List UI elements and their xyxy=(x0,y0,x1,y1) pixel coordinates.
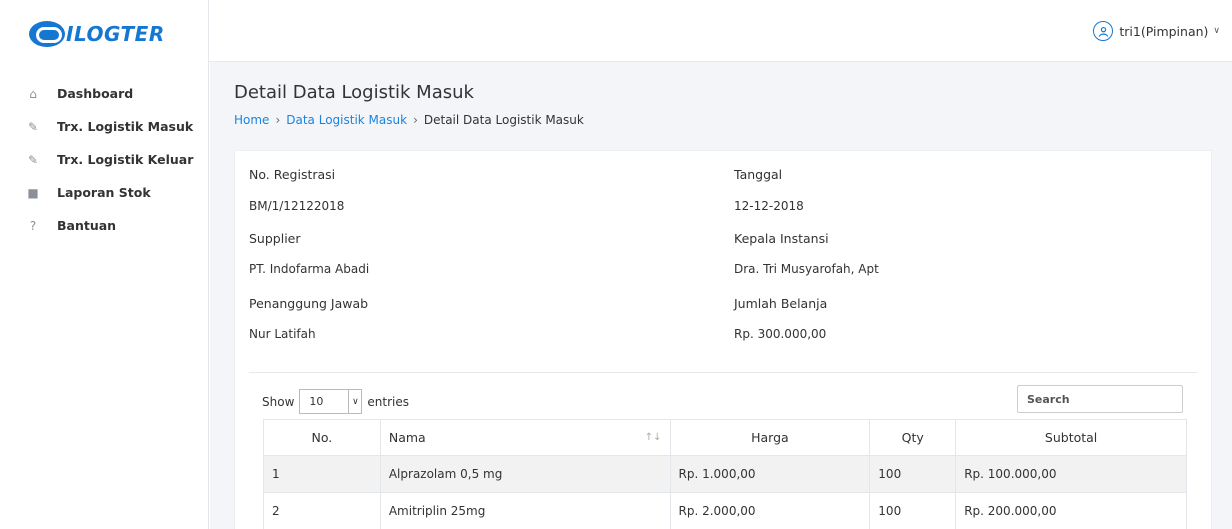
breadcrumb-home[interactable]: Home xyxy=(234,113,269,127)
table-row: 2 Amitriplin 25mg Rp. 2.000,00 100 Rp. 2… xyxy=(263,492,1187,529)
sidebar-item-label: Trx. Logistik Masuk xyxy=(57,119,194,134)
user-name: tri1(Pimpinan) xyxy=(1119,23,1209,39)
cell-qty: 100 xyxy=(869,492,957,529)
table-row: 1 Alprazolam 0,5 mg Rp. 1.000,00 100 Rp.… xyxy=(263,455,1187,493)
sidebar-item-bantuan[interactable]: ? Bantuan xyxy=(0,209,208,242)
breadcrumb-separator-icon: › xyxy=(275,113,281,127)
logo-emblem-icon xyxy=(29,20,65,47)
supplier-label: Supplier xyxy=(249,231,301,246)
tanggal-label: Tanggal xyxy=(734,167,783,182)
entries-length-control: Show 10 ∨ entries xyxy=(262,389,409,414)
column-header-no[interactable]: No. xyxy=(263,419,381,456)
supplier-value: PT. Indofarma Abadi xyxy=(249,262,370,276)
show-label: Show xyxy=(262,394,295,409)
column-header-harga[interactable]: Harga xyxy=(669,419,871,456)
top-navbar: tri1(Pimpinan) ∨ xyxy=(209,0,1232,62)
sidebar-item-trx-logistik-keluar[interactable]: ✎ Trx. Logistik Keluar xyxy=(0,143,208,176)
kepala-instansi-value: Dra. Tri Musyarofah, Apt xyxy=(734,262,879,276)
cell-nama: Amitriplin 25mg xyxy=(379,492,671,529)
sidebar-item-label: Laporan Stok xyxy=(57,185,151,200)
home-icon: ⌂ xyxy=(29,86,37,101)
divider xyxy=(249,372,1197,373)
no-registrasi-value: BM/1/12122018 xyxy=(249,199,345,213)
tanggal-value: 12-12-2018 xyxy=(734,199,804,213)
logistik-table: No. Nama ↑↓ Harga Qty Subtotal 1 Alprazo… xyxy=(263,419,1187,529)
no-registrasi-label: No. Registrasi xyxy=(249,167,336,182)
search-input[interactable] xyxy=(1017,385,1183,413)
sidebar: ILOGTER ⌂ Dashboard ✎ Trx. Logistik Masu… xyxy=(0,0,209,529)
question-icon: ? xyxy=(29,218,37,233)
page-title: Detail Data Logistik Masuk xyxy=(234,82,474,103)
column-header-nama[interactable]: Nama ↑↓ xyxy=(379,419,671,456)
column-header-subtotal[interactable]: Subtotal xyxy=(955,419,1187,456)
logo-text: ILOGTER xyxy=(66,21,165,46)
cell-qty: 100 xyxy=(869,455,957,493)
table-header-row: No. Nama ↑↓ Harga Qty Subtotal xyxy=(263,419,1187,456)
sidebar-item-laporan-stok[interactable]: ■ Laporan Stok xyxy=(0,176,208,209)
sidebar-item-label: Trx. Logistik Keluar xyxy=(57,152,194,167)
breadcrumb: Home › Data Logistik Masuk › Detail Data… xyxy=(234,113,584,127)
sidebar-item-dashboard[interactable]: ⌂ Dashboard xyxy=(0,77,208,110)
cell-subtotal: Rp. 200.000,00 xyxy=(955,492,1187,529)
sidebar-item-trx-logistik-masuk[interactable]: ✎ Trx. Logistik Masuk xyxy=(0,110,208,143)
app-logo[interactable]: ILOGTER xyxy=(29,20,165,47)
penanggung-jawab-value: Nur Latifah xyxy=(249,327,316,341)
cell-nama: Alprazolam 0,5 mg xyxy=(379,455,671,493)
chevron-down-icon: ∨ xyxy=(1213,26,1220,36)
cell-no: 1 xyxy=(263,455,381,493)
jumlah-belanja-value: Rp. 300.000,00 xyxy=(734,327,827,341)
edit-icon: ✎ xyxy=(27,119,39,134)
column-header-label: Nama xyxy=(388,430,426,445)
detail-card: No. Registrasi BM/1/12122018 Tanggal 12-… xyxy=(234,150,1212,529)
entries-select[interactable]: 10 ∨ xyxy=(299,389,363,414)
edit-icon: ✎ xyxy=(27,152,39,167)
kepala-instansi-label: Kepala Instansi xyxy=(734,231,829,246)
cell-harga: Rp. 2.000,00 xyxy=(669,492,871,529)
user-icon xyxy=(1093,21,1114,41)
book-icon: ■ xyxy=(27,185,39,200)
user-menu[interactable]: tri1(Pimpinan) ∨ xyxy=(1093,21,1220,41)
sort-icon: ↑↓ xyxy=(644,432,662,443)
cell-subtotal: Rp. 100.000,00 xyxy=(955,455,1187,493)
breadcrumb-separator-icon: › xyxy=(413,113,418,127)
penanggung-jawab-label: Penanggung Jawab xyxy=(249,296,369,311)
breadcrumb-current: Detail Data Logistik Masuk xyxy=(423,113,584,127)
entries-label: entries xyxy=(367,394,409,409)
cell-no: 2 xyxy=(263,492,381,529)
chevron-down-icon: ∨ xyxy=(348,390,361,413)
main-content: Detail Data Logistik Masuk Home › Data L… xyxy=(210,62,1232,529)
logo-area: ILOGTER xyxy=(0,0,208,67)
column-header-qty[interactable]: Qty xyxy=(869,419,957,456)
sidebar-item-label: Dashboard xyxy=(57,86,134,101)
entries-select-value: 10 xyxy=(309,395,324,408)
sidebar-item-label: Bantuan xyxy=(57,218,117,233)
breadcrumb-data-logistik-masuk[interactable]: Data Logistik Masuk xyxy=(286,113,407,127)
cell-harga: Rp. 1.000,00 xyxy=(669,455,871,493)
jumlah-belanja-label: Jumlah Belanja xyxy=(734,296,828,311)
sidebar-menu: ⌂ Dashboard ✎ Trx. Logistik Masuk ✎ Trx.… xyxy=(0,77,208,242)
